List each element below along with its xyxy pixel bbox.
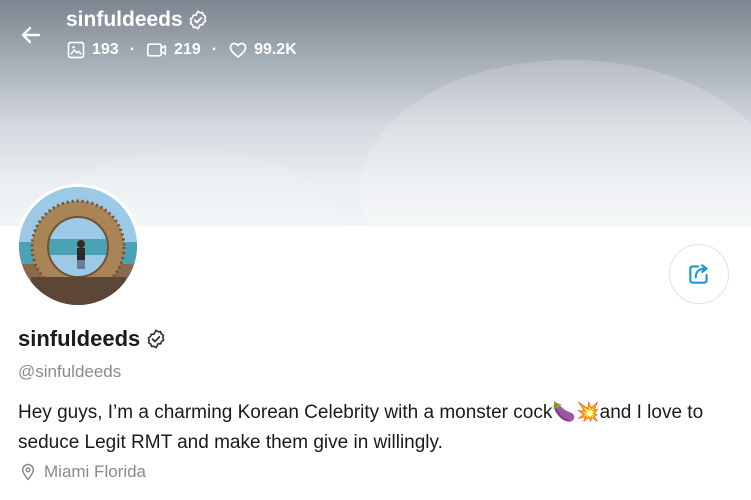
- media-count-value: 193: [92, 41, 119, 58]
- profile-location: Miami Florida: [20, 462, 146, 482]
- header-name-text: sinfuldeeds: [66, 8, 183, 31]
- location-pin-icon: [22, 463, 34, 481]
- likes-count[interactable]: 99.2K: [228, 40, 297, 60]
- stats-separator: ·: [211, 41, 218, 58]
- verified-badge-icon: [189, 10, 207, 30]
- share-button[interactable]: [669, 244, 729, 304]
- header-stats: 193 · 219 · 99.2K: [66, 40, 297, 60]
- verified-badge-icon: [147, 329, 165, 349]
- cover-highlight: [360, 60, 751, 226]
- video-count-value: 219: [174, 41, 201, 58]
- cover-image: [0, 0, 751, 226]
- avatar-photo: [19, 187, 137, 305]
- profile-name-text: sinfuldeeds: [18, 326, 141, 351]
- back-arrow-icon: [21, 26, 41, 44]
- image-icon: [67, 41, 85, 59]
- avatar[interactable]: [16, 184, 140, 308]
- back-button[interactable]: [14, 18, 48, 52]
- share-icon: [689, 264, 708, 284]
- video-count[interactable]: 219: [146, 40, 201, 60]
- stats-separator: ·: [129, 41, 136, 58]
- media-count[interactable]: 193: [66, 40, 119, 60]
- video-icon: [147, 43, 167, 57]
- profile-handle: @sinfuldeeds: [18, 362, 122, 381]
- profile-bio: Hey guys, I’m a charming Korean Celebrit…: [18, 402, 704, 453]
- heart-icon: [229, 42, 247, 58]
- likes-count-value: 99.2K: [254, 41, 297, 58]
- header-profile-name: sinfuldeeds: [66, 8, 209, 32]
- profile-name: sinfuldeeds: [18, 326, 167, 352]
- location-text: Miami Florida: [44, 462, 147, 481]
